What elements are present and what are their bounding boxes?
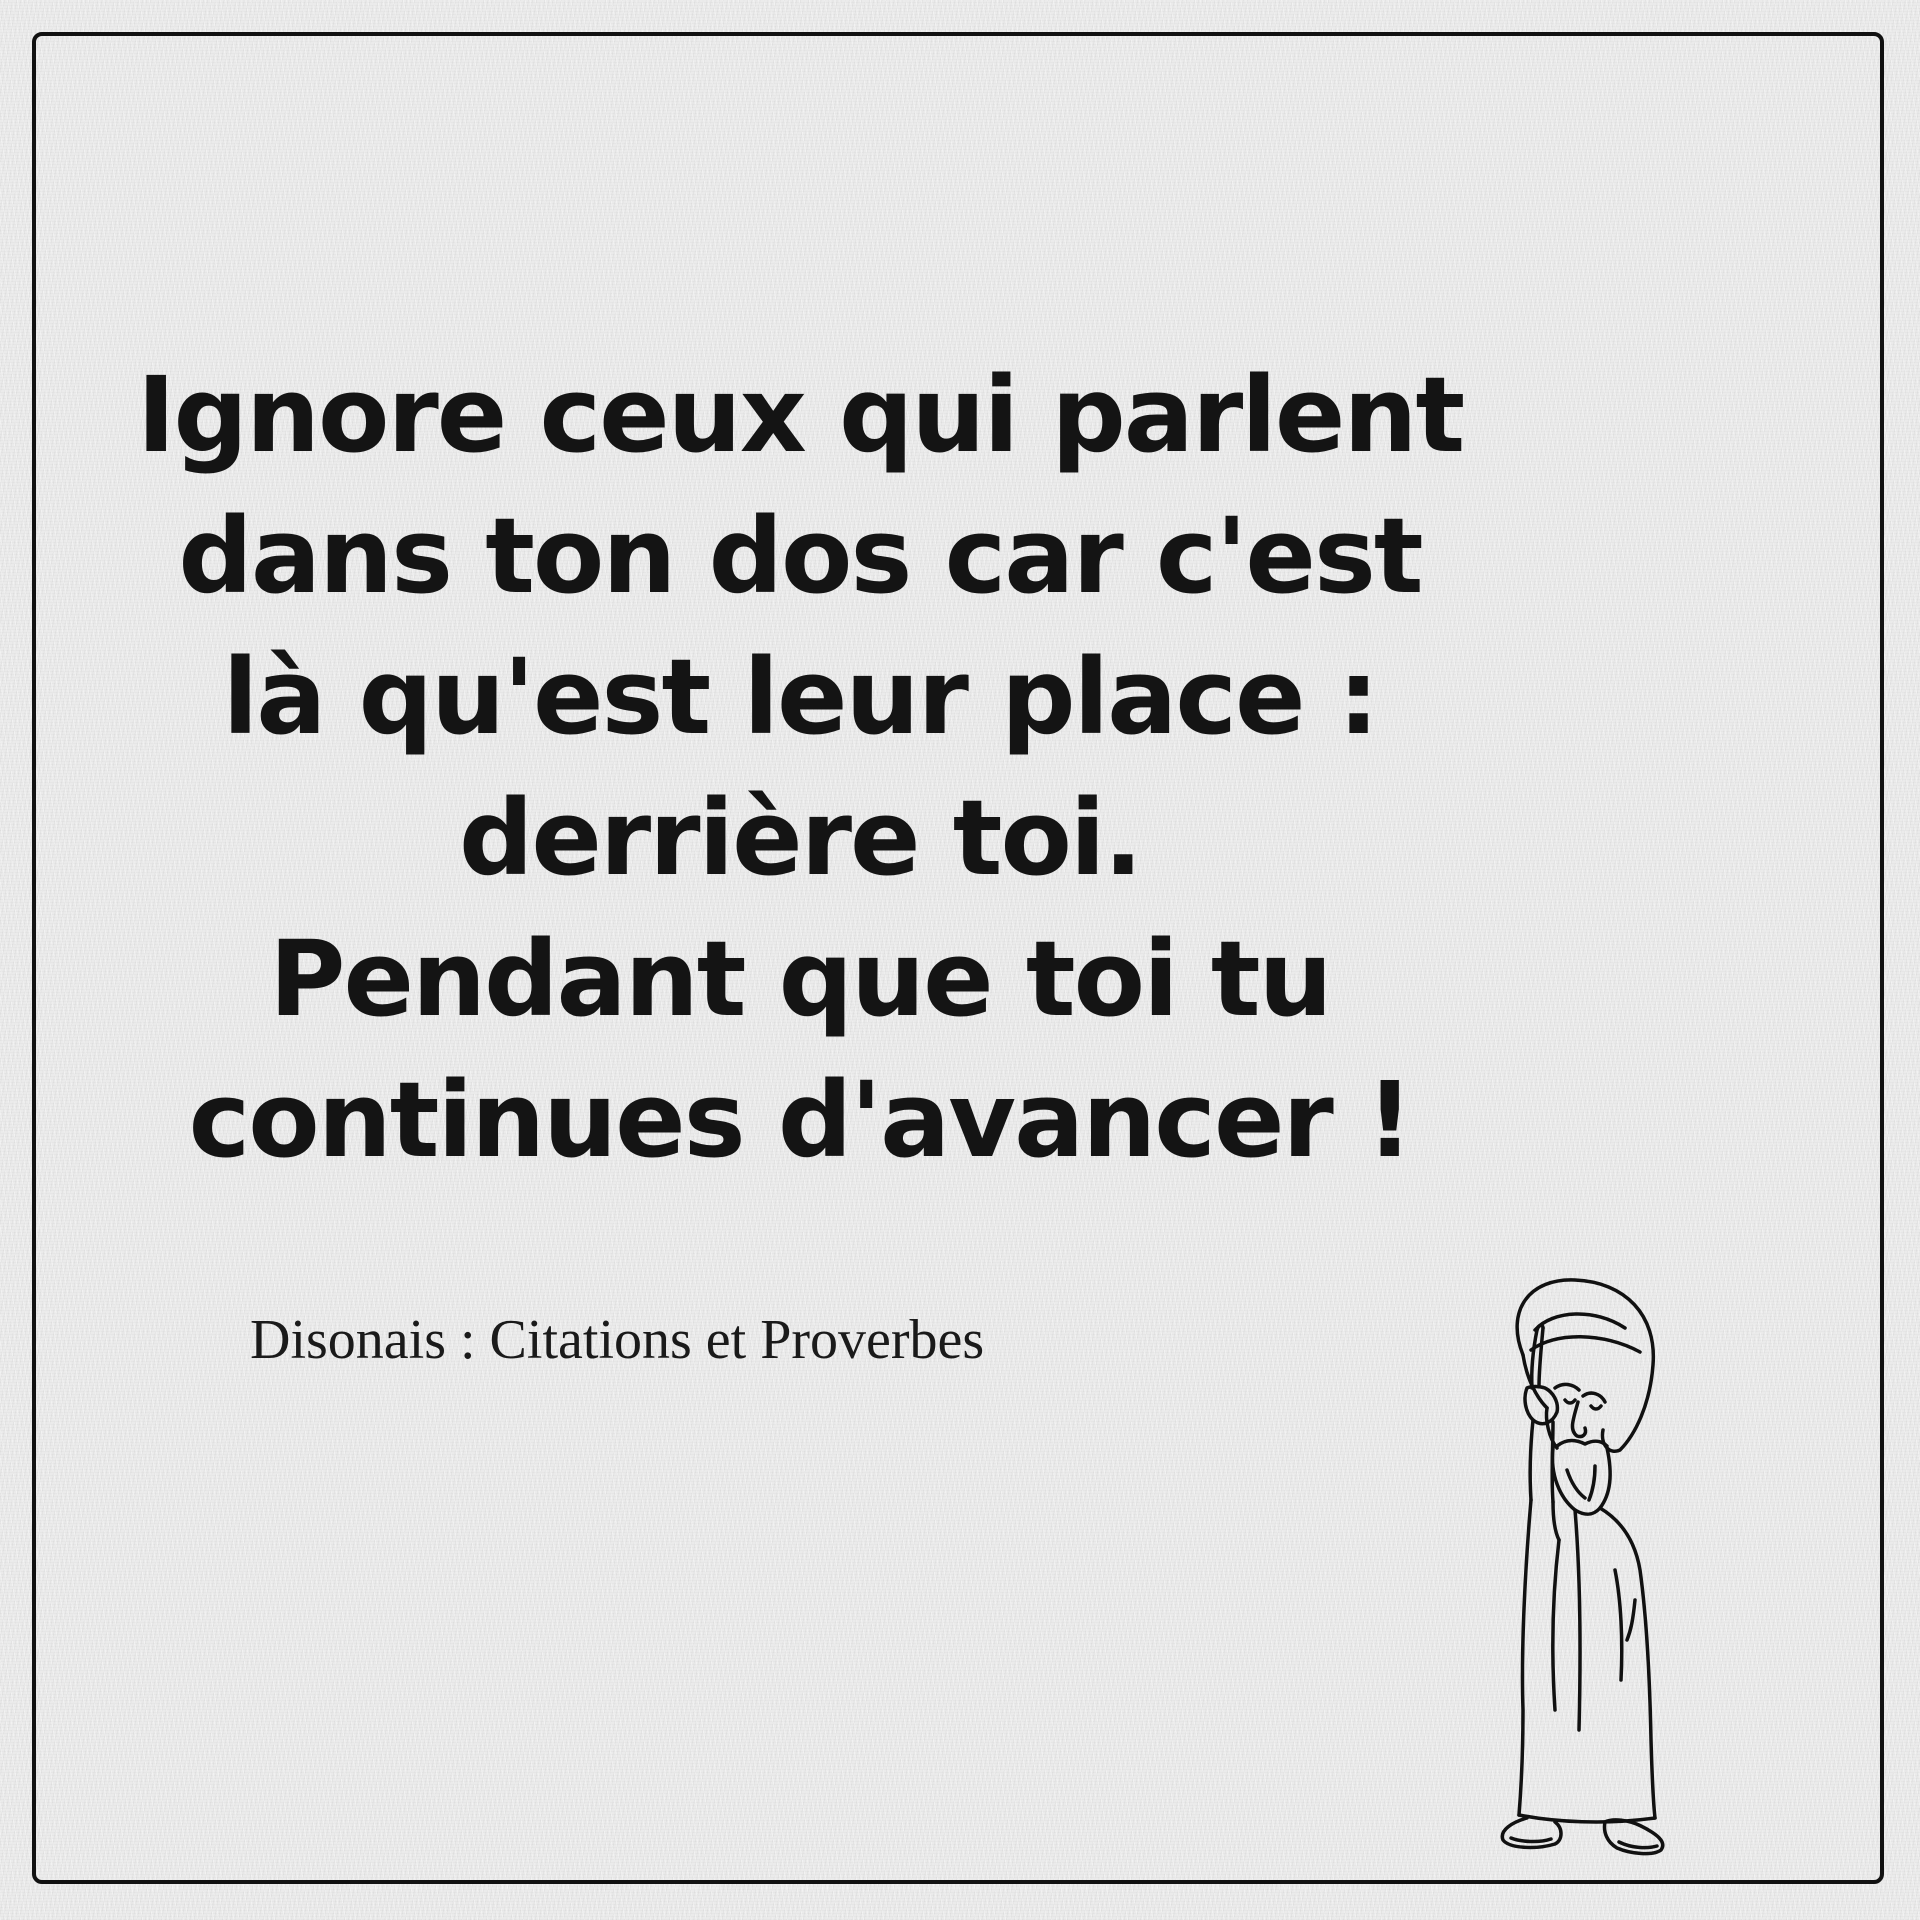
quote-text: Ignore ceux qui parlent dans ton dos car… bbox=[118, 345, 1482, 1191]
quote-line-1: Ignore ceux qui parlent bbox=[136, 354, 1465, 476]
sage-pointing-finger-icon bbox=[1500, 1278, 1665, 1856]
quote-line-2: dans ton dos car c'est bbox=[178, 495, 1423, 617]
quote-line-5: Pendant que toi tu bbox=[269, 918, 1332, 1040]
quote-line-4: derrière toi. bbox=[458, 777, 1143, 899]
quote-line-3: là qu'est leur place : bbox=[222, 636, 1380, 758]
attribution-text: Disonais : Citations et Proverbes bbox=[250, 1309, 985, 1371]
quote-line-6: continues d'avancer ! bbox=[188, 1059, 1414, 1181]
